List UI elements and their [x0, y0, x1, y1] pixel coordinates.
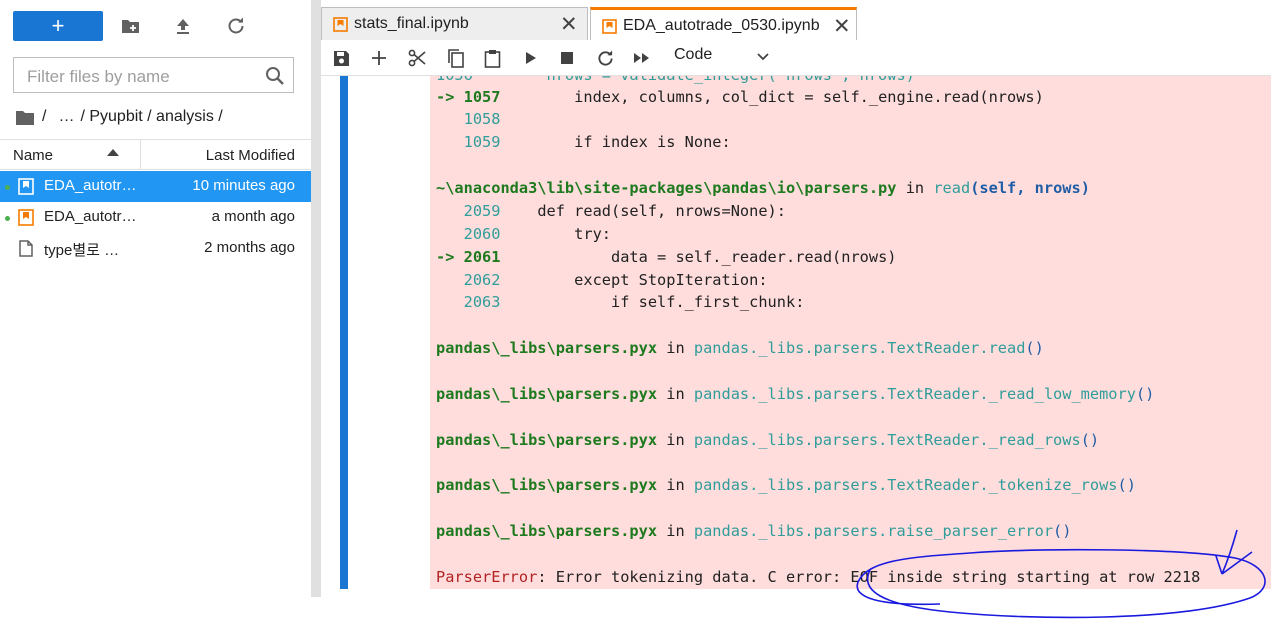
file-modified: a month ago	[211, 208, 295, 225]
traceback-line: 2060 try:	[463, 225, 611, 243]
traceback-line: 1059 if index is None:	[463, 133, 731, 151]
column-divider[interactable]	[140, 140, 141, 170]
breadcrumb: / … / Pyupbit / analysis /	[16, 107, 229, 127]
column-name[interactable]: Name	[13, 147, 53, 164]
notebook-panel: 1056 nrows = validate_integer("nrows", n…	[321, 76, 1271, 597]
file-filter	[13, 57, 294, 93]
upload-icon[interactable]	[171, 14, 195, 38]
breadcrumb-root[interactable]: /	[42, 108, 46, 126]
breadcrumb-ellipsis[interactable]: …	[58, 108, 74, 126]
breadcrumb-path[interactable]: / Pyupbit / analysis /	[80, 108, 222, 126]
close-tab-icon[interactable]: ✕	[833, 14, 851, 39]
insert-cell-icon[interactable]	[369, 48, 389, 68]
cell-type-select[interactable]: Code	[674, 46, 774, 68]
sort-ascending-icon[interactable]	[107, 149, 119, 156]
traceback-frame-header: pandas\_libs\parsers.pyx in pandas._libs…	[436, 476, 1136, 494]
file-list-header: Name Last Modified	[0, 139, 311, 170]
chevron-down-icon	[757, 53, 769, 61]
file-modified: 2 months ago	[204, 239, 295, 256]
new-folder-icon[interactable]	[119, 14, 143, 38]
traceback-output: 1056 nrows = validate_integer("nrows", n…	[430, 76, 1271, 589]
traceback-line: 2063 if self._first_chunk:	[463, 293, 805, 311]
file-icon	[19, 240, 33, 257]
file-name: EDA_autotr…	[44, 177, 137, 194]
file-row[interactable]: EDA_autotr… a month ago	[0, 202, 311, 233]
cell-type-value: Code	[674, 46, 713, 63]
copy-icon[interactable]	[445, 48, 465, 68]
traceback-line: -> 1057 index, columns, col_dict = self.…	[436, 88, 1044, 106]
tab-stats-final[interactable]: stats_final.ipynb ✕	[321, 7, 588, 40]
tab-eda-autotrade-0530[interactable]: EDA_autotrade_0530.ipynb ✕	[590, 7, 857, 41]
search-icon	[266, 67, 284, 85]
notebook-icon	[602, 19, 617, 34]
file-name: type별로 …	[44, 242, 120, 259]
traceback-line: 2059 def read(self, nrows=None):	[463, 202, 786, 220]
traceback-line: 1056 nrows = validate_integer("nrows", n…	[436, 76, 915, 86]
error-message: ParserError: Error tokenizing data. C er…	[436, 566, 1200, 588]
cell-collapser[interactable]	[340, 76, 348, 589]
close-tab-icon[interactable]: ✕	[560, 12, 578, 37]
run-all-icon[interactable]	[632, 48, 652, 68]
file-browser: + / … / Pyupbit / analysis / Name Last M…	[0, 0, 311, 623]
new-launcher-button[interactable]: +	[13, 11, 103, 41]
notebook-icon	[333, 17, 348, 32]
traceback-line: 1058	[463, 110, 501, 128]
run-icon[interactable]	[521, 48, 541, 68]
traceback-line: -> 2061 data = self._reader.read(nrows)	[436, 248, 897, 266]
running-indicator	[5, 216, 10, 221]
notebook-icon	[18, 178, 34, 195]
notebook-icon	[18, 209, 34, 226]
traceback-frame-header: pandas\_libs\parsers.pyx in pandas._libs…	[436, 385, 1155, 403]
panel-splitter[interactable]	[311, 0, 321, 623]
file-modified: 10 minutes ago	[192, 177, 295, 194]
paste-icon[interactable]	[482, 48, 502, 68]
tab-label: stats_final.ipynb	[354, 15, 469, 32]
column-last-modified[interactable]: Last Modified	[206, 147, 295, 164]
tab-bar: stats_final.ipynb ✕ EDA_autotrade_0530.i…	[321, 0, 1271, 41]
restart-kernel-icon[interactable]	[595, 48, 615, 68]
filter-files-input[interactable]	[25, 65, 264, 89]
running-indicator	[5, 185, 10, 190]
file-name: EDA_autotr…	[44, 208, 137, 225]
file-row[interactable]: EDA_autotr… 10 minutes ago	[0, 171, 311, 202]
cut-icon[interactable]	[407, 48, 427, 68]
folder-icon[interactable]	[16, 110, 34, 125]
traceback-frame-header: pandas\_libs\parsers.pyx in pandas._libs…	[436, 339, 1044, 357]
file-row[interactable]: type별로 … 2 months ago	[0, 233, 311, 264]
traceback-frame-header: ~\anaconda3\lib\site-packages\pandas\io\…	[436, 179, 1090, 197]
notebook-toolbar: Code	[321, 40, 1271, 76]
traceback-frame-header: pandas\_libs\parsers.pyx in pandas._libs…	[436, 431, 1100, 449]
traceback-frame-header: pandas\_libs\parsers.pyx in pandas._libs…	[436, 522, 1072, 540]
stop-icon[interactable]	[557, 48, 577, 68]
tab-label: EDA_autotrade_0530.ipynb	[623, 17, 820, 34]
save-icon[interactable]	[331, 48, 351, 68]
error-text: : Error tokenizing data. C error: EOF in…	[537, 568, 1201, 586]
splitter-gap	[311, 597, 321, 623]
traceback-line: 2062 except StopIteration:	[463, 271, 768, 289]
error-name: ParserError	[436, 568, 538, 586]
refresh-icon[interactable]	[224, 14, 248, 38]
